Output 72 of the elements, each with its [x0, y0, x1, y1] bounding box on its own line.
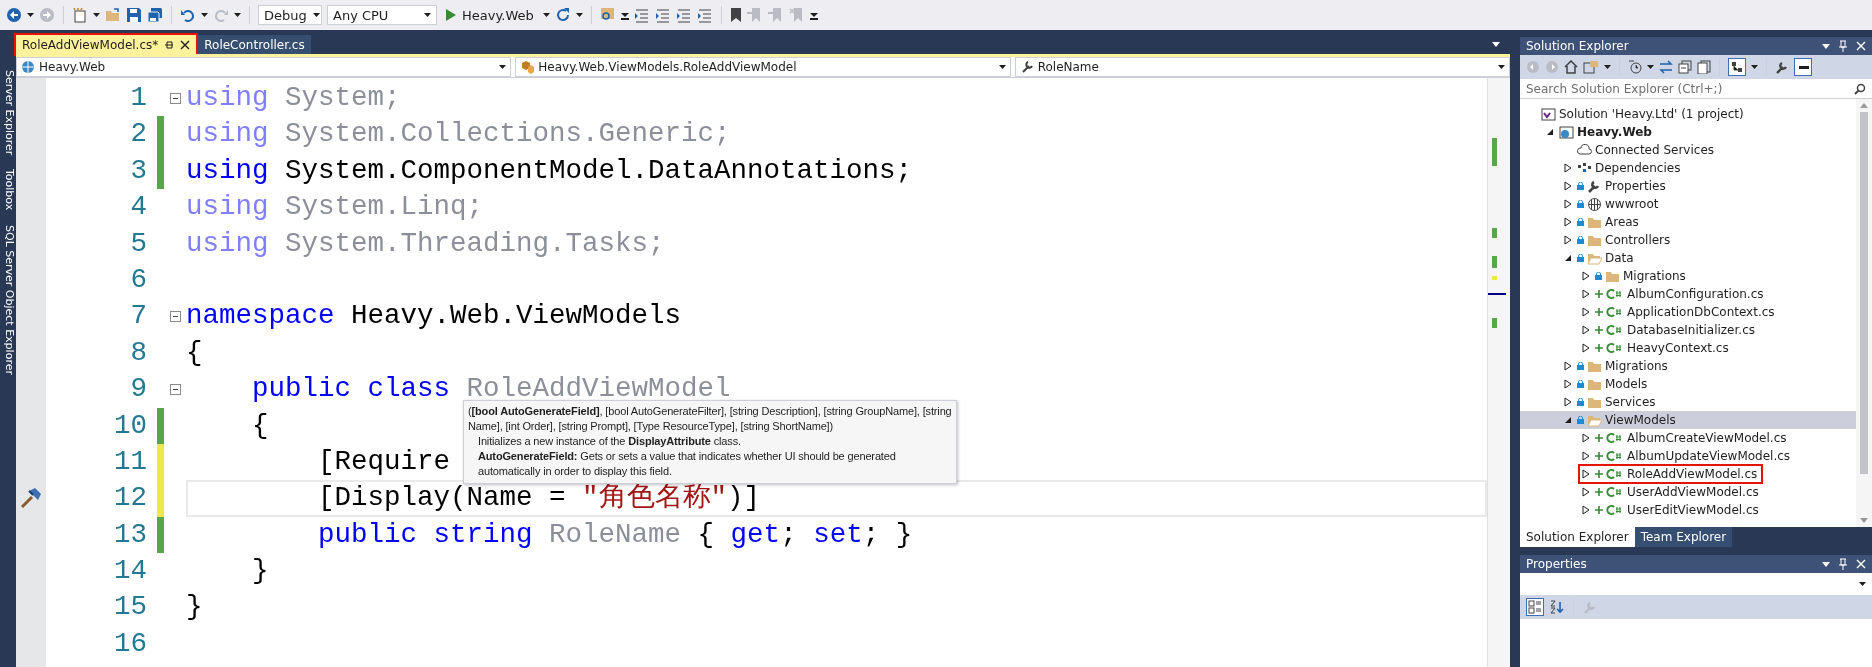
code-line: [Display(Name = "角色名称")]: [317, 482, 761, 514]
side-tab[interactable]: Toolbox: [0, 169, 16, 211]
line-number: 5: [129, 226, 148, 261]
code-line: {: [186, 336, 203, 368]
side-tab[interactable]: SQL Server Object Explorer: [0, 224, 16, 375]
tree-item[interactable]: Controllers: [1562, 232, 1675, 248]
code-line: public class RoleAddViewModel: [251, 373, 731, 405]
tree-item[interactable]: HeavyContext.cs: [1580, 340, 1733, 356]
line-number: 15: [113, 590, 148, 625]
tree-item[interactable]: Connected Services: [1562, 142, 1719, 158]
tree-item[interactable]: AlbumConfiguration.cs: [1580, 286, 1768, 302]
document-tab[interactable]: RoleAddViewModel.cs*: [16, 35, 197, 54]
tree-item[interactable]: Heavy.Web: [1544, 124, 1656, 140]
panel-title-bar: Solution Explorer: [1520, 37, 1872, 55]
line-number: 4: [129, 190, 148, 225]
line-number: 1: [129, 81, 148, 115]
line-number: 8: [129, 335, 148, 370]
member-dropdown[interactable]: RoleName: [1014, 57, 1510, 77]
code-line: public string RoleName { get; set; }: [317, 518, 913, 550]
line-number: 7: [129, 299, 148, 334]
tree-item[interactable]: ApplicationDbContext.cs: [1580, 304, 1779, 320]
code-line: using System.Linq;: [186, 191, 484, 223]
document-tab[interactable]: RoleController.cs: [198, 35, 311, 54]
tree-item[interactable]: Services: [1562, 394, 1660, 410]
type-dropdown[interactable]: Heavy.Web.ViewModels.RoleAddViewModel: [515, 57, 1011, 77]
code-line: }: [251, 555, 269, 587]
tree-item[interactable]: Areas: [1562, 214, 1643, 230]
tree-item[interactable]: RoleAddViewModel.cs: [1580, 466, 1762, 482]
line-number: 10: [113, 408, 148, 443]
tree-item[interactable]: Migrations: [1562, 358, 1672, 374]
line-number: 3: [129, 153, 148, 188]
code-line: }: [186, 591, 203, 623]
code-line: {: [251, 409, 269, 441]
line-number: 16: [113, 626, 148, 661]
tree-item[interactable]: AlbumCreateViewModel.cs: [1580, 430, 1791, 446]
code-line: namespace Heavy.Web.ViewModels: [186, 300, 682, 332]
panel-tab[interactable]: Solution Explorer: [1520, 527, 1635, 547]
panel-title-bar: Properties: [1520, 555, 1872, 573]
line-number: 13: [113, 517, 148, 552]
signature-text: ([bool AutoGenerateField], [bool AutoGenerateFilter], [string Description], [string GroupName], [string Name], [int Order], [string Prompt], [Type ResourceType], [string ShortName]): [468, 404, 952, 434]
line-number: 2: [129, 117, 148, 152]
code-line: [Require: [317, 445, 451, 477]
parameter-text: AutoGenerateField: Gets or sets a value that indicates whether UI should be generated automatically in order to display this field.: [477, 449, 897, 479]
line-number: 9: [129, 372, 148, 407]
tree-item[interactable]: UserEditViewModel.cs: [1580, 502, 1763, 518]
tree-item[interactable]: AlbumUpdateViewModel.cs: [1580, 448, 1795, 464]
code-line: using System.ComponentModel.DataAnnotations;: [186, 154, 913, 186]
tree-item[interactable]: ViewModels: [1562, 412, 1680, 428]
project-dropdown[interactable]: Heavy.Web: [16, 57, 512, 77]
line-number: 11: [113, 444, 148, 479]
code-line: using System;: [186, 82, 401, 113]
panel-tab[interactable]: Team Explorer: [1634, 527, 1733, 547]
start-button[interactable]: Heavy.Web: [442, 5, 538, 25]
tree-item[interactable]: UserAddViewModel.cs: [1580, 484, 1763, 500]
platform-dropdown[interactable]: Any CPU: [327, 5, 437, 25]
code-line: using System.Collections.Generic;: [186, 118, 731, 150]
side-tab[interactable]: Server Explorer: [0, 70, 16, 156]
tree-item[interactable]: Migrations: [1580, 268, 1690, 284]
summary-text: Initializes a new instance of the DisplayAttribute class.: [477, 434, 742, 449]
tree-item[interactable]: Solution 'Heavy.Ltd' (1 project): [1526, 106, 1748, 122]
tree-item[interactable]: Data: [1562, 250, 1638, 266]
configuration-dropdown[interactable]: Debug: [258, 5, 322, 25]
tree-item[interactable]: wwwroot: [1562, 196, 1663, 212]
search-field[interactable]: Search Solution Explorer (Ctrl+;): [1520, 79, 1872, 99]
tree-item[interactable]: DatabaseInitializer.cs: [1580, 322, 1759, 338]
line-number: 6: [129, 262, 148, 297]
tree-item[interactable]: Properties: [1562, 178, 1670, 194]
code-line: using System.Threading.Tasks;: [186, 227, 665, 259]
tree-item[interactable]: Models: [1562, 376, 1652, 392]
tree-item[interactable]: Dependencies: [1562, 160, 1685, 176]
line-number: 12: [113, 481, 148, 516]
line-number: 14: [113, 554, 148, 589]
